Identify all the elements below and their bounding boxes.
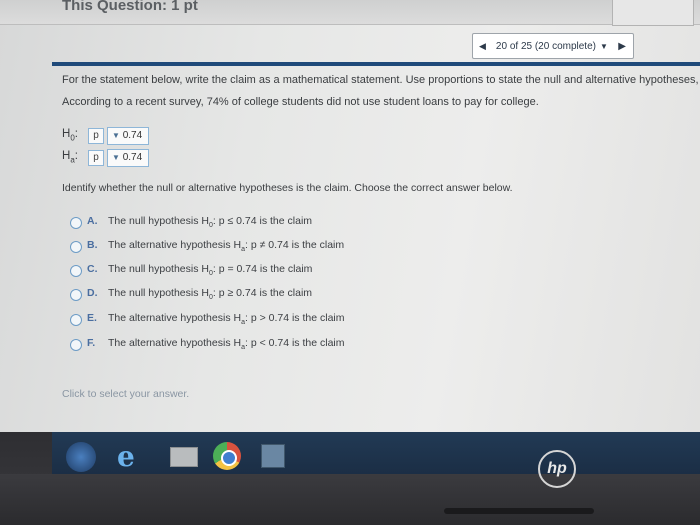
option-text-rest: : p ≥ 0.74 is the claim — [212, 287, 313, 299]
radio-icon[interactable] — [70, 314, 82, 326]
file-explorer-icon[interactable] — [170, 447, 198, 467]
h0-label: H0: — [62, 128, 78, 143]
option-text-rest: : p > 0.74 is the claim — [244, 312, 345, 324]
h0-value: 0.74 — [122, 130, 143, 141]
ha-parameter-box[interactable]: p — [88, 150, 104, 166]
h0-sub: 0 — [70, 133, 75, 143]
h0-parameter-box[interactable]: p — [88, 128, 104, 144]
option-text-main: The alternative hypothesis H — [108, 312, 242, 324]
bezel-slot — [444, 508, 594, 514]
option-text[interactable]: The alternative hypothesis Ha: p < 0.74 … — [108, 337, 345, 351]
option-text[interactable]: The null hypothesis H0: p = 0.74 is the … — [108, 263, 312, 277]
chevron-down-icon: ▼ — [112, 153, 120, 162]
option-letter: A. — [87, 215, 98, 227]
ha-sub: a — [70, 155, 75, 165]
option-letter: E. — [87, 312, 97, 324]
ha-value: 0.74 — [122, 152, 143, 163]
content-divider — [52, 62, 700, 66]
progress-label[interactable]: 20 of 25 (20 complete) — [496, 41, 596, 52]
option-letter: D. — [87, 287, 98, 299]
option-text[interactable]: The null hypothesis H0: p ≤ 0.74 is the … — [108, 215, 312, 229]
windows-start-icon[interactable] — [66, 442, 96, 472]
option-text-rest: : p < 0.74 is the claim — [244, 337, 345, 349]
h0-relation-dropdown[interactable]: ▼ 0.74 — [107, 127, 149, 145]
chevron-down-icon: ▼ — [112, 131, 120, 140]
option-letter: F. — [87, 337, 96, 349]
chrome-icon-center — [221, 450, 237, 466]
option-text-rest: : p ≠ 0.74 is the claim — [244, 239, 345, 251]
radio-icon[interactable] — [70, 339, 82, 351]
radio-icon[interactable] — [70, 241, 82, 253]
question-instruction: For the statement below, write the claim… — [62, 74, 700, 86]
option-letter: C. — [87, 263, 98, 275]
option-text[interactable]: The alternative hypothesis Ha: p ≠ 0.74 … — [108, 239, 344, 253]
option-text-main: The null hypothesis H — [108, 215, 209, 227]
option-letter: B. — [87, 239, 98, 251]
question-statement: According to a recent survey, 74% of col… — [62, 96, 539, 108]
windows-taskbar — [52, 432, 700, 474]
option-text[interactable]: The null hypothesis H0: p ≥ 0.74 is the … — [108, 287, 312, 301]
option-text-main: The alternative hypothesis H — [108, 337, 242, 349]
ha-label: Ha: — [62, 150, 78, 165]
caret-right-icon[interactable]: ▶ — [618, 41, 626, 52]
identify-prompt: Identify whether the null or alternative… — [62, 182, 513, 194]
radio-icon[interactable] — [70, 265, 82, 277]
ha-relation-dropdown[interactable]: ▼ 0.74 — [107, 149, 149, 167]
option-text[interactable]: The alternative hypothesis Ha: p > 0.74 … — [108, 312, 345, 326]
option-text-main: The null hypothesis H — [108, 287, 209, 299]
header-right-panel — [612, 0, 694, 26]
option-text-rest: : p ≤ 0.74 is the claim — [212, 215, 313, 227]
option-text-rest: : p = 0.74 is the claim — [212, 263, 313, 275]
option-text-main: The null hypothesis H — [108, 263, 209, 275]
caret-down-icon[interactable]: ▼ — [600, 42, 608, 51]
monitor-bottom-bezel — [0, 474, 700, 525]
question-progress-selector[interactable]: ◀ 20 of 25 (20 complete) ▼ ▶ — [472, 33, 634, 59]
caret-left-icon[interactable]: ◀ — [479, 41, 486, 52]
hp-logo: hp — [538, 450, 576, 488]
browser-screen: This Question: 1 pt ◀ 20 of 25 (20 compl… — [0, 0, 700, 432]
select-answer-hint: Click to select your answer. — [62, 388, 190, 400]
media-player-icon[interactable] — [261, 444, 285, 468]
option-text-main: The alternative hypothesis H — [108, 239, 242, 251]
internet-explorer-icon[interactable]: e — [117, 440, 135, 473]
question-points-title: This Question: 1 pt — [62, 0, 198, 14]
radio-icon[interactable] — [70, 217, 82, 229]
question-header-bar: This Question: 1 pt — [0, 0, 700, 26]
radio-icon[interactable] — [70, 289, 82, 301]
